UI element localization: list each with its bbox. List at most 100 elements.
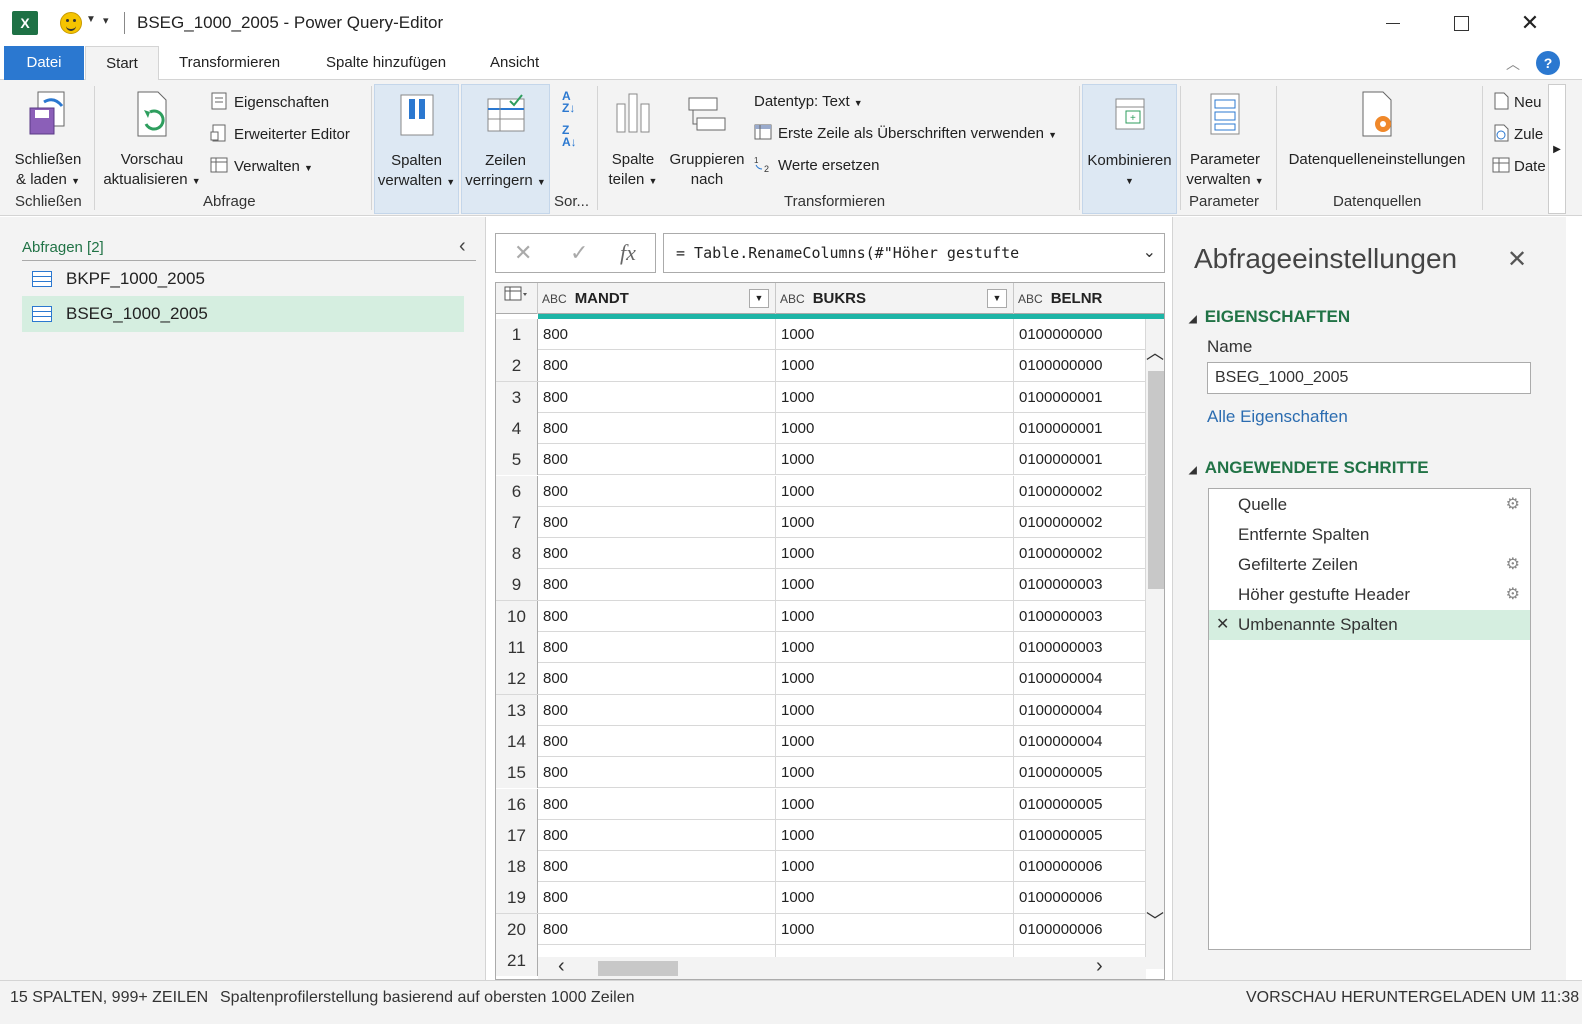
row-number[interactable]: 4	[496, 412, 538, 444]
cell-belnr[interactable]: 0100000001	[1014, 412, 1146, 444]
cell-bukrs[interactable]: 1000	[776, 757, 1014, 789]
cell-belnr[interactable]: 0100000005	[1014, 788, 1146, 820]
cell-mandt[interactable]: 800	[538, 632, 776, 663]
cell-belnr[interactable]: 0100000004	[1014, 663, 1146, 695]
cell-mandt[interactable]: 800	[538, 819, 776, 851]
row-number[interactable]: 19	[496, 882, 538, 914]
step-settings-gear-icon[interactable]: ⚙	[1506, 550, 1520, 580]
sort-descending-icon[interactable]: Z A↓	[562, 124, 577, 148]
applied-step[interactable]: Entfernte Spalten	[1209, 520, 1530, 550]
cell-bukrs[interactable]: 1000	[776, 663, 1014, 695]
scroll-right-icon[interactable]: ›	[1096, 955, 1103, 978]
expand-formula-icon[interactable]: ⌄	[1143, 234, 1156, 272]
cell-belnr[interactable]: 0100000000	[1014, 350, 1146, 382]
row-number[interactable]: 17	[496, 819, 538, 851]
row-number[interactable]: 20	[496, 913, 538, 945]
cell-mandt[interactable]: 800	[538, 882, 776, 914]
cell-belnr[interactable]: 0100000005	[1014, 819, 1146, 851]
cell-mandt[interactable]: 800	[538, 788, 776, 820]
applied-steps-header[interactable]: ◢ ANGEWENDETE SCHRITTE	[1189, 458, 1429, 478]
combine-dropdown-icon[interactable]: ▼	[1083, 171, 1176, 191]
cell-mandt[interactable]: 800	[538, 475, 776, 507]
reduce-rows-dropdown-icon[interactable]: ▼	[537, 177, 546, 187]
step-settings-gear-icon[interactable]: ⚙	[1506, 580, 1520, 610]
cell-bukrs[interactable]: 1000	[776, 538, 1014, 570]
applied-step[interactable]: Gefilterte Zeilen ⚙	[1209, 550, 1530, 580]
manage-parameters-button[interactable]: Parameter verwalten ▼	[1182, 90, 1268, 191]
split-column-button[interactable]: Spalte teilen ▼	[604, 90, 662, 191]
ribbon-scroll-right-icon[interactable]: ▶	[1548, 84, 1566, 214]
step-settings-gear-icon[interactable]: ⚙	[1506, 490, 1520, 520]
cell-bukrs[interactable]: 1000	[776, 412, 1014, 444]
cell-bukrs[interactable]: 1000	[776, 506, 1014, 538]
cell-mandt[interactable]: 800	[538, 569, 776, 601]
manage-columns-button[interactable]: Spalten verwalten ▼	[374, 84, 459, 214]
row-number[interactable]: 15	[496, 757, 538, 789]
cell-bukrs[interactable]: 1000	[776, 725, 1014, 757]
cell-belnr[interactable]: 0100000001	[1014, 444, 1146, 476]
cell-belnr[interactable]: 0100000001	[1014, 381, 1146, 413]
verwalten-dropdown-icon[interactable]: ▼	[304, 163, 313, 173]
combine-button[interactable]: + Kombinieren ▼	[1082, 84, 1177, 214]
row-number[interactable]: 13	[496, 694, 538, 726]
cell-belnr[interactable]: 0100000003	[1014, 600, 1146, 632]
query-item-bseg[interactable]: BSEG_1000_2005	[22, 296, 464, 332]
cell-belnr[interactable]: 0100000006	[1014, 913, 1146, 945]
tab-spalte-hinzufuegen[interactable]: Spalte hinzufügen	[326, 46, 446, 80]
confirm-formula-icon[interactable]: ✓	[570, 240, 588, 266]
horizontal-scrollbar[interactable]: ‹ ›	[538, 955, 1146, 979]
scroll-left-icon[interactable]: ‹	[558, 955, 565, 978]
cell-belnr[interactable]: 0100000004	[1014, 725, 1146, 757]
column-header-bukrs[interactable]: ABC BUKRS ▼	[776, 283, 1014, 314]
cell-mandt[interactable]: 800	[538, 757, 776, 789]
use-first-row-dropdown-icon[interactable]: ▼	[1048, 130, 1057, 140]
verwalten-button[interactable]: Verwalten ▼	[210, 156, 313, 178]
advanced-editor-button[interactable]: Erweiterter Editor	[210, 124, 350, 146]
cell-bukrs[interactable]: 1000	[776, 694, 1014, 726]
row-number[interactable]: 3	[496, 381, 538, 413]
row-number[interactable]: 16	[496, 788, 538, 820]
tab-datei[interactable]: Datei	[4, 46, 84, 80]
cell-mandt[interactable]: 800	[538, 851, 776, 883]
recent-sources-button[interactable]: Zule	[1492, 124, 1548, 146]
cell-belnr[interactable]: 0100000002	[1014, 506, 1146, 538]
column-header-mandt[interactable]: ABC MANDT ▼	[538, 283, 776, 314]
row-number[interactable]: 5	[496, 444, 538, 476]
enter-data-button[interactable]: Date	[1492, 156, 1548, 178]
fx-icon[interactable]: fx	[620, 240, 636, 266]
cell-belnr[interactable]: 0100000006	[1014, 851, 1146, 883]
delete-step-icon[interactable]: ✕	[1216, 610, 1229, 640]
applied-step[interactable]: Quelle ⚙	[1209, 490, 1530, 520]
cell-mandt[interactable]: 800	[538, 350, 776, 382]
cell-mandt[interactable]: 800	[538, 381, 776, 413]
cell-bukrs[interactable]: 1000	[776, 788, 1014, 820]
cell-mandt[interactable]: 800	[538, 913, 776, 945]
cell-mandt[interactable]: 800	[538, 725, 776, 757]
collapse-ribbon-icon[interactable]: ︿	[1506, 54, 1520, 74]
cell-belnr[interactable]: 0100000002	[1014, 538, 1146, 570]
cell-mandt[interactable]: 800	[538, 506, 776, 538]
cell-belnr[interactable]: 0100000006	[1014, 882, 1146, 914]
cell-belnr[interactable]: 0100000005	[1014, 757, 1146, 789]
use-first-row-as-headers-button[interactable]: Erste Zeile als Überschriften verwenden …	[754, 123, 1057, 145]
cell-bukrs[interactable]: 1000	[776, 913, 1014, 945]
close-settings-icon[interactable]: ✕	[1507, 245, 1527, 274]
cell-mandt[interactable]: 800	[538, 600, 776, 632]
cell-bukrs[interactable]: 1000	[776, 851, 1014, 883]
manage-parameters-dropdown-icon[interactable]: ▼	[1255, 176, 1264, 186]
cell-belnr[interactable]: 0100000003	[1014, 632, 1146, 663]
table-menu-icon[interactable]	[496, 283, 538, 314]
cell-bukrs[interactable]: 1000	[776, 819, 1014, 851]
cell-mandt[interactable]: 800	[538, 663, 776, 695]
row-number[interactable]: 8	[496, 538, 538, 570]
close-and-load-button[interactable]: Schließen & laden ▼	[10, 90, 86, 191]
vertical-scrollbar[interactable]: ︿ ﹀	[1146, 319, 1164, 969]
replace-values-button[interactable]: 1 2 Werte ersetzen	[754, 155, 879, 177]
cell-mandt[interactable]: 800	[538, 412, 776, 444]
row-number[interactable]: 12	[496, 663, 538, 695]
refresh-preview-dropdown-icon[interactable]: ▼	[192, 176, 201, 186]
close-window-button[interactable]: ✕	[1507, 6, 1553, 40]
quick-access-customize-icon[interactable]: ▾	[103, 14, 109, 27]
scroll-down-icon[interactable]: ﹀	[1146, 907, 1164, 933]
split-column-dropdown-icon[interactable]: ▼	[649, 176, 658, 186]
